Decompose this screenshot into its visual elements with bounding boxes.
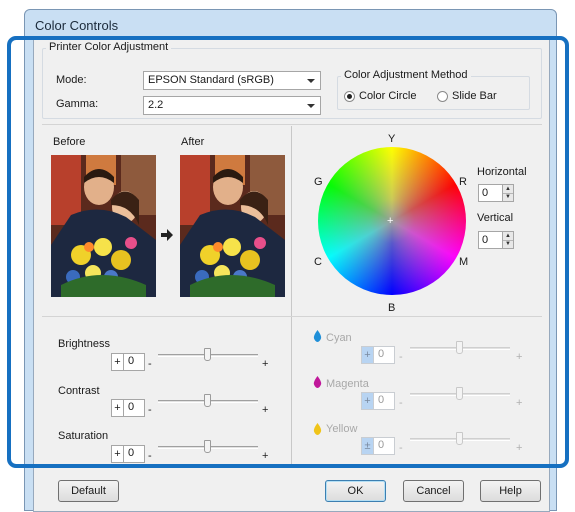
- radio-color-circle-label: Color Circle: [359, 90, 417, 102]
- brightness-plus: +: [262, 358, 269, 370]
- gamma-label: Gamma:: [56, 98, 99, 110]
- horizontal-separator: [42, 124, 542, 125]
- horizontal-label: Horizontal: [477, 166, 527, 178]
- cyan-label: Cyan: [326, 332, 352, 344]
- spinner-arrows-icon[interactable]: ▲ ▼: [503, 231, 514, 249]
- color-circle-label-r: R: [459, 176, 467, 188]
- cyan-plus: +: [516, 351, 523, 363]
- mode-label: Mode:: [56, 74, 87, 86]
- cyan-value: 0: [374, 346, 395, 364]
- magenta-label: Magenta: [326, 378, 369, 390]
- color-circle-label-c: C: [314, 256, 322, 268]
- right-arrow-icon: [161, 229, 173, 244]
- cancel-button[interactable]: Cancel: [403, 480, 464, 502]
- radio-slide-bar-label: Slide Bar: [452, 90, 497, 102]
- saturation-input[interactable]: + 0: [111, 445, 145, 463]
- printer-color-adjustment-legend: Printer Color Adjustment: [46, 41, 172, 53]
- ok-button[interactable]: OK: [325, 480, 386, 502]
- brightness-slider[interactable]: [158, 346, 258, 366]
- default-button[interactable]: Default: [58, 480, 119, 502]
- color-circle-label-m: M: [459, 256, 469, 268]
- vertical-separator: [291, 126, 292, 466]
- before-label: Before: [53, 136, 86, 148]
- horizontal-value[interactable]: 0: [478, 184, 503, 202]
- window-title: Color Controls: [35, 18, 119, 33]
- yellow-sign: ±: [361, 437, 374, 455]
- horizontal-spinner[interactable]: 0 ▲ ▼: [478, 184, 514, 202]
- before-preview-image: [51, 155, 156, 297]
- slider-thumb[interactable]: [204, 394, 211, 407]
- contrast-minus: -: [148, 404, 152, 416]
- slider-thumb: [456, 341, 463, 354]
- contrast-input[interactable]: + 0: [111, 399, 145, 417]
- brightness-label: Brightness: [58, 338, 110, 350]
- slider-thumb[interactable]: [204, 440, 211, 453]
- brightness-sign: +: [111, 353, 124, 371]
- color-circle-label-b: B: [388, 302, 396, 314]
- contrast-value[interactable]: 0: [124, 399, 145, 417]
- radio-slide-bar[interactable]: Slide Bar: [437, 90, 497, 102]
- slider-thumb[interactable]: [204, 348, 211, 361]
- slider-thumb: [456, 387, 463, 400]
- mode-value: EPSON Standard (sRGB): [148, 74, 274, 86]
- radio-selected-icon: [344, 90, 355, 102]
- after-label: After: [181, 136, 205, 148]
- yellow-minus: -: [399, 442, 403, 454]
- crosshair-icon: +: [387, 215, 394, 227]
- magenta-sign: +: [361, 392, 374, 410]
- magenta-plus: +: [516, 397, 523, 409]
- brightness-input[interactable]: + 0: [111, 353, 145, 371]
- magenta-value: 0: [374, 392, 395, 410]
- yellow-slider: [410, 430, 510, 450]
- saturation-label: Saturation: [58, 430, 109, 442]
- dialog-window: Color Controls Printer Color Adjustment …: [24, 9, 557, 512]
- dialog-client: Printer Color Adjustment Mode: EPSON Sta…: [33, 39, 550, 512]
- color-circle-label-g: G: [314, 176, 323, 188]
- vertical-value[interactable]: 0: [478, 231, 503, 249]
- gamma-select[interactable]: 2.2: [143, 96, 321, 115]
- magenta-drop-icon: [313, 376, 322, 388]
- saturation-sign: +: [111, 445, 124, 463]
- horizontal-separator: [42, 316, 542, 317]
- spinner-arrows-icon[interactable]: ▲ ▼: [503, 184, 514, 202]
- mode-select[interactable]: EPSON Standard (sRGB): [143, 71, 321, 90]
- yellow-value: 0: [374, 437, 395, 455]
- yellow-label: Yellow: [326, 423, 358, 435]
- cyan-input: + 0: [361, 346, 395, 364]
- vertical-spinner[interactable]: 0 ▲ ▼: [478, 231, 514, 249]
- color-adjustment-method-legend: Color Adjustment Method: [341, 69, 471, 81]
- brightness-minus: -: [148, 358, 152, 370]
- contrast-slider[interactable]: [158, 392, 258, 412]
- chevron-down-icon: [307, 104, 315, 108]
- gamma-value: 2.2: [148, 99, 164, 111]
- chevron-down-icon: [307, 79, 315, 83]
- brightness-value[interactable]: 0: [124, 353, 145, 371]
- magenta-minus: -: [399, 397, 403, 409]
- after-preview-image: [180, 155, 285, 297]
- cyan-minus: -: [399, 351, 403, 363]
- magenta-slider: [410, 385, 510, 405]
- saturation-plus: +: [262, 450, 269, 462]
- yellow-plus: +: [516, 442, 523, 454]
- vertical-label: Vertical: [477, 212, 514, 224]
- saturation-slider[interactable]: [158, 438, 258, 458]
- magenta-input: + 0: [361, 392, 395, 410]
- cyan-drop-icon: [313, 330, 322, 342]
- cyan-sign: +: [361, 346, 374, 364]
- color-circle-wheel[interactable]: +: [318, 147, 466, 295]
- saturation-value[interactable]: 0: [124, 445, 145, 463]
- help-button[interactable]: Help: [480, 480, 541, 502]
- yellow-input: ± 0: [361, 437, 395, 455]
- radio-unselected-icon: [437, 90, 448, 102]
- contrast-plus: +: [262, 404, 269, 416]
- saturation-minus: -: [148, 450, 152, 462]
- slider-thumb: [456, 432, 463, 445]
- radio-color-circle[interactable]: Color Circle: [344, 90, 416, 102]
- contrast-sign: +: [111, 399, 124, 417]
- color-circle-label-y: Y: [388, 133, 396, 145]
- contrast-label: Contrast: [58, 385, 100, 397]
- yellow-drop-icon: [313, 423, 322, 435]
- cyan-slider: [410, 339, 510, 359]
